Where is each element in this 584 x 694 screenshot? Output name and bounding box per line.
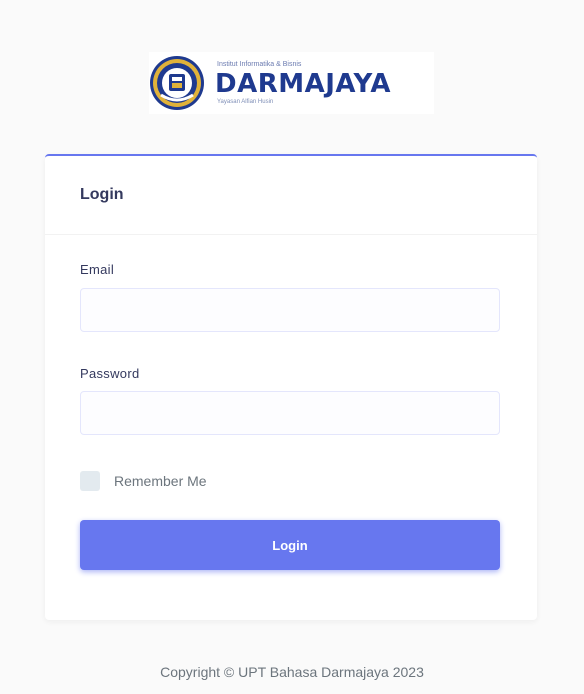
card-title: Login xyxy=(80,186,124,203)
institute-name: Institut Informatika & Bisnis xyxy=(217,60,302,68)
password-label: Password xyxy=(80,366,140,381)
email-field[interactable] xyxy=(80,288,500,332)
remember-me-label[interactable]: Remember Me xyxy=(114,473,207,489)
card-header: Login xyxy=(45,156,537,235)
password-field[interactable] xyxy=(80,391,500,435)
brand-name: DARMAJAYA xyxy=(215,68,391,99)
remember-me-checkbox[interactable] xyxy=(80,471,100,491)
darmajaya-seal-icon xyxy=(150,56,204,110)
brand-logo: Institut Informatika & Bisnis DARMAJAYA … xyxy=(149,52,434,114)
email-label: Email xyxy=(80,262,115,277)
copyright-footer: Copyright © UPT Bahasa Darmajaya 2023 xyxy=(160,664,424,680)
login-card: Login Email Password Remember Me Login xyxy=(45,154,537,620)
login-button[interactable]: Login xyxy=(80,520,500,570)
remember-me[interactable]: Remember Me xyxy=(80,471,207,491)
foundation-name: Yayasan Alfian Husin xyxy=(217,98,274,105)
